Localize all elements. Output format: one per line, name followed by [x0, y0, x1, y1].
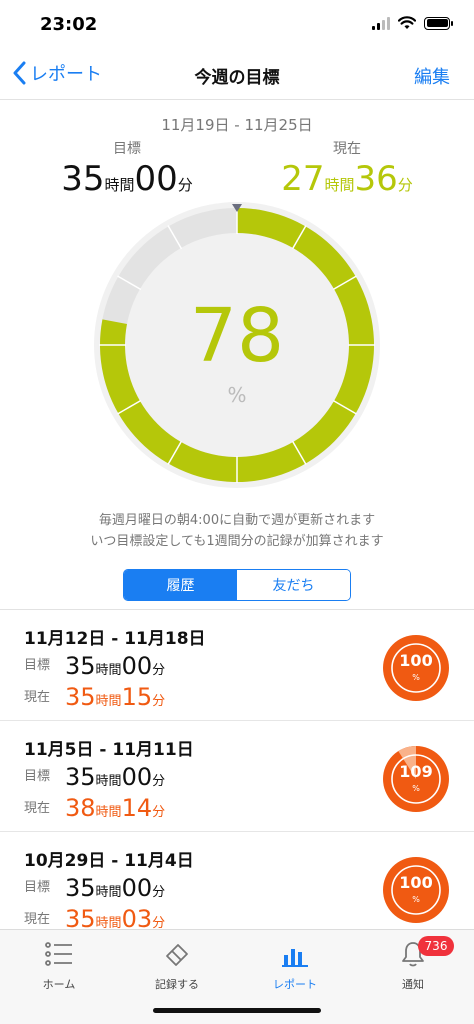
- target-summary: 目標 35時間00分: [42, 138, 212, 205]
- achievement-percent: 100: [399, 651, 433, 670]
- minute-unit: 分: [397, 176, 413, 194]
- history-current-time: 35時間15分: [65, 683, 165, 716]
- progress-ring: 78 %: [92, 200, 382, 490]
- tab-record-label: 記録する: [155, 978, 199, 991]
- history-current-minutes: 15: [121, 683, 153, 711]
- history-current-time: 35時間03分: [65, 905, 165, 929]
- history-target-hours: 35: [65, 763, 96, 791]
- minute-unit: 分: [177, 176, 193, 194]
- achievement-badge: 109 %: [382, 745, 450, 813]
- notification-count-badge: 736: [418, 936, 454, 956]
- page-title: 今週の目標: [194, 68, 280, 88]
- current-minutes: 36: [354, 159, 398, 199]
- history-current-label: 現在: [24, 801, 51, 816]
- list-icon: [45, 942, 72, 966]
- nav-bar: レポート 今週の目標 編集: [0, 50, 474, 100]
- current-summary: 現在 27時間36分: [262, 138, 432, 205]
- history-target-time: 35時間00分: [65, 652, 165, 685]
- note-line-1: 毎週月曜日の朝4:00に自動で週が更新されます: [98, 513, 376, 528]
- history-target-label: 目標: [24, 769, 51, 784]
- history-row[interactable]: 11月12日 - 11月18日 目標 35時間00分 現在 35時間15分 10…: [0, 610, 474, 721]
- history-row[interactable]: 10月29日 - 11月4日 目標 35時間00分 現在 35時間03分 100…: [0, 832, 474, 929]
- current-time: 27時間36分: [262, 159, 432, 205]
- history-target-minutes: 00: [121, 763, 153, 791]
- update-notes: 毎週月曜日の朝4:00に自動で週が更新されます いつ目標設定しても1週間分の記録…: [0, 510, 474, 552]
- history-current-label: 現在: [24, 690, 51, 705]
- tab-home[interactable]: ホーム: [0, 938, 118, 998]
- history-current-hours: 38: [65, 794, 96, 822]
- history-target-hours: 35: [65, 874, 96, 902]
- eraser-icon: [166, 944, 188, 966]
- tab-notify[interactable]: 通知 736: [354, 936, 472, 998]
- history-target-label: 目標: [24, 658, 51, 673]
- achievement-badge: 100 %: [382, 634, 450, 702]
- history-range: 10月29日 - 11月4日: [24, 851, 194, 871]
- hour-unit: 時間: [95, 916, 122, 929]
- minute-unit: 分: [152, 663, 166, 678]
- history-current-hours: 35: [65, 683, 96, 711]
- target-minutes: 00: [134, 159, 178, 199]
- tab-report[interactable]: レポート: [236, 938, 354, 998]
- history-list[interactable]: 11月12日 - 11月18日 目標 35時間00分 現在 35時間15分 10…: [0, 609, 474, 929]
- status-icons: [372, 16, 453, 30]
- target-label: 目標: [113, 141, 141, 157]
- minute-unit: 分: [152, 916, 166, 929]
- history-range: 11月5日 - 11月11日: [24, 740, 194, 760]
- target-hours: 35: [61, 159, 105, 199]
- edit-button[interactable]: 編集: [414, 63, 450, 89]
- status-time: 23:02: [40, 14, 98, 35]
- history-target-label: 目標: [24, 880, 51, 895]
- signal-icon: [372, 16, 390, 30]
- hour-unit: 時間: [95, 694, 122, 709]
- history-target-time: 35時間00分: [65, 874, 165, 907]
- history-row[interactable]: 11月5日 - 11月11日 目標 35時間00分 現在 38時間14分 109…: [0, 721, 474, 832]
- achievement-percent-unit: %: [412, 784, 420, 793]
- tab-history[interactable]: 履歴: [124, 570, 237, 600]
- history-range: 11月12日 - 11月18日: [24, 629, 206, 649]
- history-target-minutes: 00: [121, 652, 153, 680]
- minute-unit: 分: [152, 774, 166, 789]
- history-target-hours: 35: [65, 652, 96, 680]
- minute-unit: 分: [152, 694, 166, 709]
- history-target-minutes: 00: [121, 874, 153, 902]
- current-hours: 27: [281, 159, 325, 199]
- achievement-badge: 100 %: [382, 856, 450, 924]
- progress-percent-unit: %: [227, 383, 247, 407]
- battery-icon: [424, 16, 453, 30]
- progress-percent: 78: [189, 293, 285, 379]
- tab-friends[interactable]: 友だち: [237, 570, 350, 600]
- target-time: 35時間00分: [42, 159, 212, 205]
- history-current-time: 38時間14分: [65, 794, 165, 827]
- achievement-percent: 100: [399, 873, 433, 892]
- wifi-icon: [398, 16, 416, 29]
- achievement-percent-unit: %: [412, 895, 420, 904]
- note-line-2: いつ目標設定しても1週間分の記録が加算されます: [90, 534, 384, 549]
- minute-unit: 分: [152, 805, 166, 820]
- tab-notify-label: 通知: [402, 978, 424, 991]
- tab-record[interactable]: 記録する: [118, 938, 236, 998]
- history-current-label: 現在: [24, 912, 51, 927]
- hour-unit: 時間: [95, 805, 122, 820]
- current-label: 現在: [333, 141, 361, 157]
- history-current-minutes: 03: [121, 905, 153, 929]
- tab-report-label: レポート: [273, 978, 317, 991]
- history-current-hours: 35: [65, 905, 96, 929]
- hour-unit: 時間: [324, 176, 355, 194]
- achievement-percent: 109: [399, 762, 433, 781]
- week-range: 11月19日 - 11月25日: [161, 116, 313, 134]
- minute-unit: 分: [152, 885, 166, 900]
- hour-unit: 時間: [95, 663, 122, 678]
- hour-unit: 時間: [104, 176, 135, 194]
- hour-unit: 時間: [95, 774, 122, 789]
- hour-unit: 時間: [95, 885, 122, 900]
- history-target-time: 35時間00分: [65, 763, 165, 796]
- achievement-percent-unit: %: [412, 673, 420, 682]
- home-indicator: [153, 1008, 321, 1013]
- segmented-control: 履歴 友だち: [123, 569, 351, 601]
- history-current-minutes: 14: [121, 794, 153, 822]
- status-bar: 23:02: [0, 0, 474, 50]
- tab-home-label: ホーム: [42, 978, 76, 991]
- bar-chart-icon: [282, 949, 308, 967]
